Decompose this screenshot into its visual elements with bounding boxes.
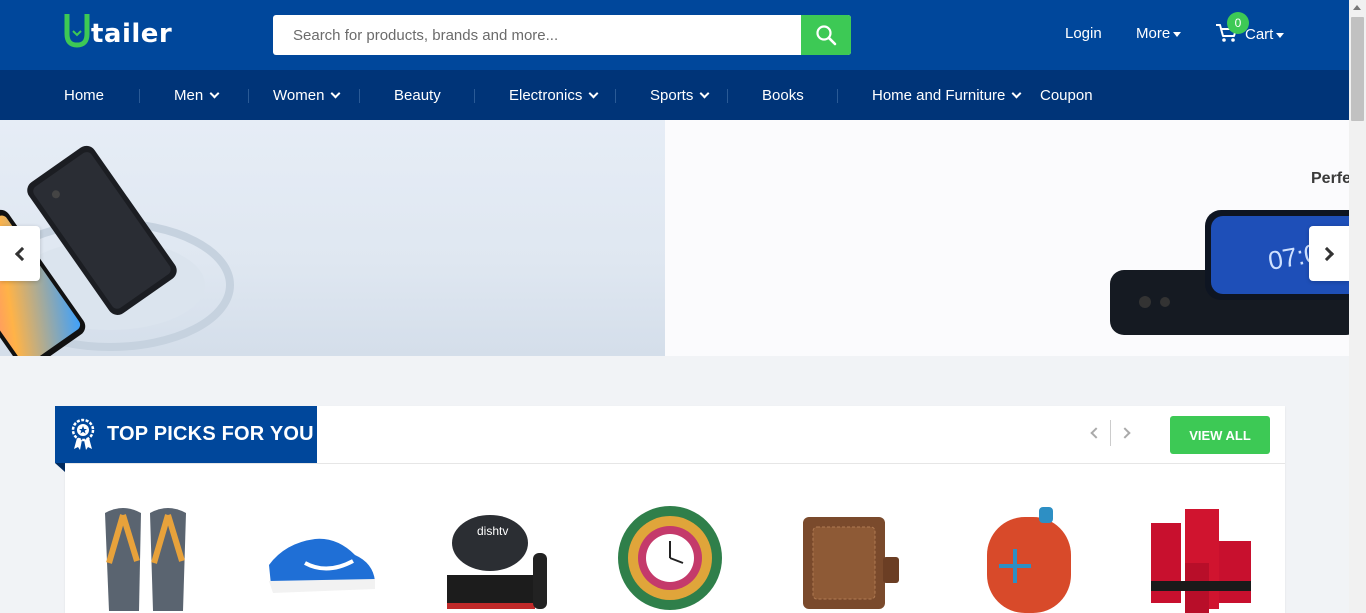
category-nav: Home Men Women Beauty Electronics Sports… [0, 70, 1349, 120]
product-card-dish-tv[interactable]: dishtv [445, 503, 555, 613]
nav-divider [474, 89, 475, 103]
dish-tv-brand: dishtv [477, 524, 508, 538]
sneaker-image [269, 538, 375, 593]
more-label: More [1136, 25, 1171, 42]
login-link[interactable]: Login [1065, 25, 1102, 42]
carousel-prev-button[interactable] [0, 226, 40, 281]
bluetooth-speaker-image [987, 507, 1071, 613]
flip-flops-image [105, 508, 186, 611]
chevron-down-icon [699, 88, 710, 99]
nav-divider [139, 89, 140, 103]
nav-item-sports[interactable]: Sports [650, 87, 710, 104]
search-icon [816, 25, 837, 46]
peacock-wall-clock-image [618, 506, 722, 610]
nav-item-electronics[interactable]: Electronics [509, 87, 599, 104]
ribbon-fold [55, 463, 65, 472]
chevron-right-icon[interactable] [1119, 427, 1131, 439]
nav-divider [727, 89, 728, 103]
banner-slide-left [0, 120, 665, 356]
login-label: Login [1065, 25, 1102, 42]
nav-label: Men [174, 87, 204, 104]
product-card-wall-clock[interactable] [615, 503, 725, 613]
cart-label: Cart [1245, 25, 1274, 43]
smartphone-banner-image: 07:06 [1110, 210, 1349, 335]
cart-count-badge: 0 [1227, 12, 1249, 34]
cart-button[interactable]: 0 Cart [1215, 12, 1285, 44]
section-title: TOP PICKS FOR YOU [107, 423, 314, 445]
utailer-logo[interactable]: tailer [64, 14, 172, 48]
top-picks-ribbon: TOP PICKS FOR YOU [55, 406, 317, 463]
page-scrollbar[interactable] [1349, 0, 1366, 613]
product-card-sneaker[interactable] [265, 503, 375, 613]
scrollbar-thumb[interactable] [1351, 17, 1364, 121]
more-dropdown[interactable]: More [1136, 25, 1182, 42]
carousel-next-button[interactable] [1309, 226, 1349, 281]
nav-label: Electronics [509, 87, 583, 104]
chevron-down-icon [209, 88, 220, 99]
caret-down-icon [1173, 32, 1182, 37]
nav-label: Beauty [394, 87, 441, 104]
nav-label: Books [762, 87, 804, 104]
nav-item-women[interactable]: Women [273, 87, 341, 104]
nav-item-beauty[interactable]: Beauty [394, 87, 441, 104]
logo-u-mark [64, 14, 90, 48]
award-badge-icon [71, 418, 95, 450]
nav-divider [248, 89, 249, 103]
product-card-candles[interactable] [1145, 503, 1255, 613]
banner-slide-right: 07:06 [665, 120, 1349, 356]
nav-label: Sports [650, 87, 694, 104]
caret-down-icon [1276, 32, 1285, 38]
chevron-right-icon [1319, 246, 1335, 261]
chevron-down-icon [588, 88, 599, 99]
nav-item-coupon[interactable]: Coupon [1040, 87, 1093, 104]
nav-divider [837, 89, 838, 103]
nav-item-home[interactable]: Home [64, 87, 104, 104]
hero-banner-carousel[interactable]: 07:06 Perfe [0, 120, 1349, 356]
chevron-left-icon[interactable] [1090, 427, 1102, 439]
product-card-flip-flops[interactable] [95, 503, 205, 613]
search-bar [273, 15, 851, 55]
nav-divider [615, 89, 616, 103]
search-input[interactable] [273, 15, 801, 55]
nav-label: Women [273, 87, 325, 104]
red-candles-image [1151, 509, 1251, 613]
nav-divider [359, 89, 360, 103]
chevron-left-icon [14, 246, 30, 261]
top-header: tailer Login More 0 Cart [0, 0, 1349, 70]
view-all-button[interactable]: VIEW ALL [1170, 416, 1270, 454]
nav-label: Coupon [1040, 87, 1093, 104]
logo-text: tailer [91, 19, 173, 49]
dish-tv-image: dishtv [447, 515, 547, 609]
smartphone-banner-image [0, 145, 234, 356]
scroll-up-arrow-icon[interactable] [1353, 5, 1361, 10]
leather-wallet-image [803, 517, 899, 609]
chevron-down-icon [330, 88, 341, 99]
top-picks-pager [1090, 418, 1131, 448]
product-card-wallet[interactable] [795, 503, 905, 613]
product-card-speaker[interactable] [975, 503, 1085, 613]
pager-divider [1110, 420, 1111, 446]
nav-item-home-and-furniture[interactable]: Home and Furniture [872, 87, 1022, 104]
search-button[interactable] [801, 15, 851, 55]
nav-item-books[interactable]: Books [762, 87, 804, 104]
nav-item-men[interactable]: Men [174, 87, 220, 104]
nav-label: Home and Furniture [872, 87, 1006, 104]
chevron-down-icon [1011, 88, 1022, 99]
banner-headline: Perfe [1311, 170, 1349, 187]
nav-label: Home [64, 87, 105, 104]
